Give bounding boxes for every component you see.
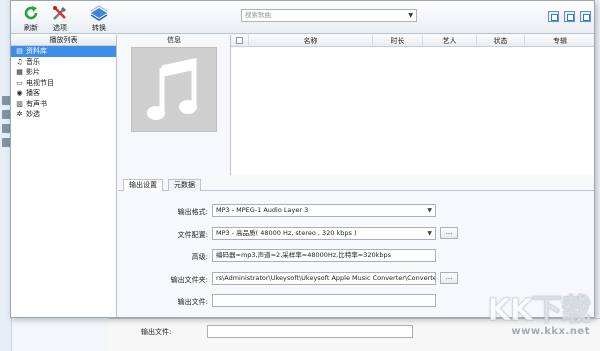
profile-select[interactable]: MP3 - 高品质( 48000 Hz, stereo , 320 kbps )… — [212, 227, 436, 240]
profile-label: 文件配置: — [177, 231, 208, 239]
search-dropdown-arrow-icon[interactable]: ▼ — [408, 10, 413, 21]
audiobook-icon: ▥ — [16, 99, 23, 108]
music-note-placeholder-icon — [147, 57, 197, 120]
info-panel: 信息 — [118, 35, 230, 175]
podcast-icon: ◉ — [16, 89, 23, 97]
song-table: 名称 时长 艺人 状态 专辑 — [230, 35, 594, 175]
info-header: 信息 — [167, 36, 181, 44]
chevron-down-icon: ▼ — [427, 207, 432, 214]
watermark-logo: KK下载 — [487, 293, 591, 328]
output-folder-value: rs\Administrator\Ukeysoft\Ukeysoft Apple… — [216, 274, 436, 282]
select-all-checkbox[interactable] — [236, 37, 243, 44]
options-button[interactable]: 选项 — [42, 3, 78, 33]
library-item-podcasts[interactable]: ◉ 播客 — [11, 88, 116, 99]
film-icon: ▦ — [16, 68, 23, 76]
column-header-album[interactable]: 专辑 — [525, 35, 595, 47]
column-header-name[interactable]: 名称 — [249, 35, 373, 47]
table-header: 名称 时长 艺人 状态 专辑 — [231, 35, 594, 47]
browse-folder-button[interactable]: ... — [440, 272, 458, 284]
output-format-label: 输出格式: — [177, 208, 208, 216]
search-placeholder: 搜索歌曲 — [245, 11, 271, 19]
library-item-movies[interactable]: ▦ 影片 — [11, 67, 116, 78]
profile-value: MP3 - 高品质( 48000 Hz, stereo , 320 kbps ) — [216, 229, 357, 237]
output-format-value: MP3 - MPEG-1 Audio Layer 3 — [216, 206, 309, 214]
output-folder-field[interactable]: rs\Administrator\Ukeysoft\Ukeysoft Apple… — [212, 272, 436, 285]
output-file-field[interactable] — [212, 294, 436, 307]
convert-label: 转换 — [92, 24, 106, 32]
library-item-tv[interactable]: ▭ 电视节目 — [11, 78, 116, 89]
album-artwork — [131, 47, 217, 132]
library-panel: 播放列表 ▤ 资料库 ♫ 音乐 ▦ 影片 ▭ 电视节目 ◉ 播客 ▥ 有声书 ✲ 妙选 — [11, 35, 117, 317]
tv-icon: ▭ — [16, 78, 23, 87]
tab-metadata[interactable]: 元数据 — [168, 179, 201, 191]
advanced-field[interactable]: 编码器=mp3,声道=2,采样率=48000Hz,比特率=320kbps — [212, 249, 436, 262]
library-item-audiobooks[interactable]: ▥ 有声书 — [11, 99, 116, 110]
convert-button[interactable]: 转换 — [81, 3, 117, 33]
watermark: KK下载 www.kkx.net — [487, 293, 591, 337]
view-mode-2-button[interactable] — [564, 11, 575, 22]
genius-icon: ✲ — [16, 110, 23, 118]
output-file-label: 输出文件: — [177, 298, 208, 306]
settings-tabs: 输出设置 元数据 — [118, 177, 594, 192]
tools-icon — [53, 6, 66, 20]
refresh-icon — [24, 6, 38, 20]
toolbar: 刷新 选项 转换 搜索歌曲 ▼ — [11, 1, 594, 34]
view-mode-1-button[interactable] — [548, 11, 559, 22]
chevron-down-icon: ▼ — [427, 230, 432, 237]
profile-settings-button[interactable]: ... — [440, 227, 458, 239]
background-output-file-field[interactable] — [207, 325, 413, 338]
options-label: 选项 — [53, 24, 67, 32]
library-item-library[interactable]: ▤ 资料库 — [11, 46, 116, 57]
column-header-duration[interactable]: 时长 — [373, 35, 423, 47]
column-header-artist[interactable]: 艺人 — [423, 35, 477, 47]
output-folder-label: 输出文件夹: — [170, 276, 208, 284]
search-input[interactable]: 搜索歌曲 ▼ — [241, 9, 417, 22]
advanced-value: 编码器=mp3,声道=2,采样率=48000Hz,比特率=320kbps — [216, 251, 391, 259]
column-header-status[interactable]: 状态 — [477, 35, 525, 47]
library-item-music[interactable]: ♫ 音乐 — [11, 57, 116, 68]
select-all-cell — [231, 35, 249, 47]
output-format-select[interactable]: MP3 - MPEG-1 Audio Layer 3 ▼ — [212, 204, 436, 217]
library-item-genius[interactable]: ✲ 妙选 — [11, 109, 116, 120]
view-mode-3-button[interactable] — [580, 11, 591, 22]
library-header: 播放列表 — [11, 35, 116, 46]
convert-icon — [90, 5, 108, 21]
desktop: 输出文件: 刷新 选项 转换 搜索歌曲 ▼ 播放列表 ▤ 资料库 ♫ 音乐 ▦ … — [0, 0, 600, 351]
advanced-label: 高级: — [191, 253, 208, 261]
app-window: 刷新 选项 转换 搜索歌曲 ▼ 播放列表 ▤ 资料库 ♫ 音乐 ▦ 影片 ▭ 电… — [10, 0, 595, 318]
music-note-icon: ♫ — [16, 57, 23, 66]
background-output-file-label: 输出文件: — [141, 328, 172, 336]
library-icon: ▤ — [16, 47, 23, 55]
